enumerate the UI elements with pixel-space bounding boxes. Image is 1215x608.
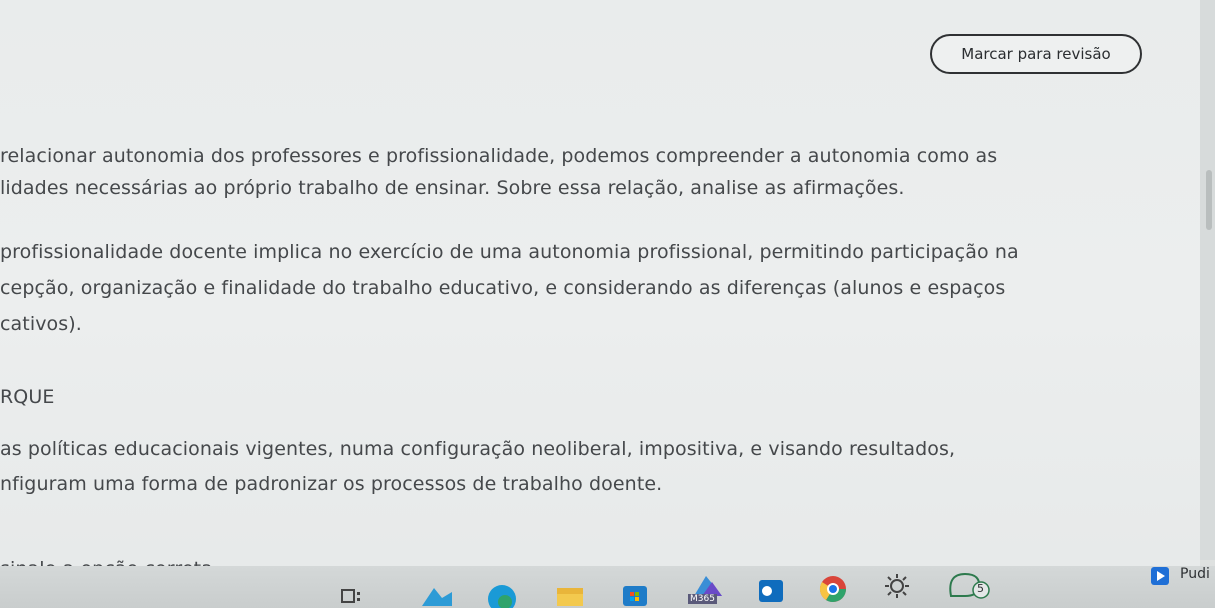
store-icon[interactable] xyxy=(620,580,650,608)
mark-for-review-label: Marcar para revisão xyxy=(961,45,1111,63)
mark-for-review-button[interactable]: Marcar para revisão xyxy=(930,34,1142,74)
running-app-label[interactable]: Pudi xyxy=(1180,566,1210,582)
assertion-1-line-3: cativos). xyxy=(0,313,82,335)
task-view-icon[interactable] xyxy=(340,586,364,604)
question-intro-line-1: relacionar autonomia dos professores e p… xyxy=(0,145,998,167)
assertion-2-line-1: as políticas educacionais vigentes, numa… xyxy=(0,438,956,460)
file-explorer-icon[interactable] xyxy=(555,584,587,608)
outlook-icon[interactable] xyxy=(755,576,787,606)
scrollbar-track[interactable] xyxy=(1200,0,1215,560)
widgets-icon[interactable] xyxy=(420,584,454,608)
scrollbar-thumb[interactable] xyxy=(1206,170,1212,230)
notification-badge: 5 xyxy=(977,582,984,595)
m365-app[interactable]: M365 xyxy=(688,572,728,608)
chat-app[interactable]: 5 xyxy=(945,568,991,604)
connector-text: RQUE xyxy=(0,386,55,408)
question-intro-line-2: lidades necessárias ao próprio trabalho … xyxy=(0,177,905,199)
question-panel xyxy=(0,0,1200,608)
assertion-1-line-1: profissionalidade docente implica no exe… xyxy=(0,241,1019,263)
assertion-2-line-2: nfiguram uma forma de padronizar os proc… xyxy=(0,473,663,495)
edge-icon[interactable] xyxy=(485,582,519,608)
taskbar: M365 5 Pudi xyxy=(0,566,1215,608)
m365-label: M365 xyxy=(688,594,717,604)
assertion-1-line-2: cepção, organização e finalidade do trab… xyxy=(0,277,1006,299)
chat-icon xyxy=(949,572,990,599)
play-icon[interactable] xyxy=(1150,566,1170,586)
chrome-icon[interactable] xyxy=(818,574,848,604)
settings-icon[interactable] xyxy=(883,572,911,600)
